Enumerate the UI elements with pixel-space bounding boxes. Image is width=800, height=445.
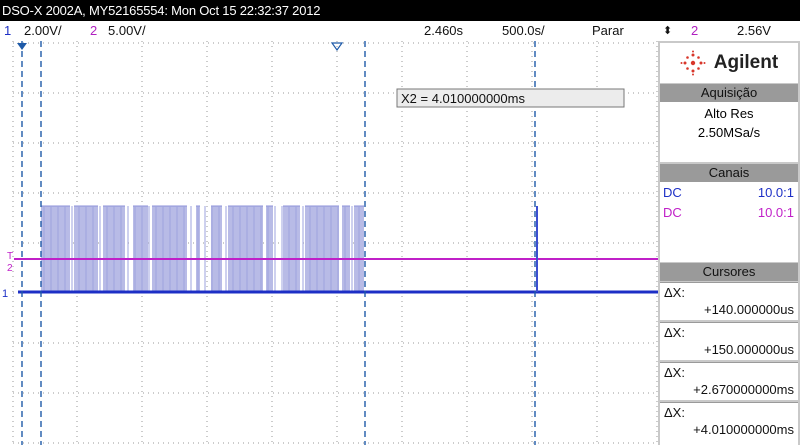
brand-logo: Agilent (660, 43, 798, 83)
cursor-2-label: ΔX: (664, 325, 685, 340)
cursor-row-4: ΔX: +4.010000000ms (660, 402, 798, 445)
channels-header: Canais (660, 164, 798, 182)
acquisition-mode: Alto Res (704, 106, 754, 121)
time-scale[interactable]: 500.0s/ (502, 21, 545, 41)
ch2-ground-marker: 2 (7, 263, 13, 274)
ch1-ground-marker: 1 (2, 288, 8, 300)
ch1-number[interactable]: 1 (4, 21, 11, 41)
cursor-readout-text: X2 = 4.010000000ms (401, 91, 525, 106)
window-title: DSO-X 2002A, MY52165554: Mon Oct 15 22:3… (2, 3, 321, 18)
cursor-1-value: +140.000000us (703, 302, 794, 317)
cursor-row-2: ΔX: +150.000000us (660, 322, 798, 360)
sample-rate: 2.50MSa/s (697, 125, 761, 140)
acquisition-section: Alto Res 2.50MSa/s (660, 102, 798, 162)
acquisition-header: Aquisição (660, 84, 798, 102)
signal-burst (266, 206, 273, 292)
cursor-3-value: +2.670000000ms (693, 382, 794, 397)
trigger-edge-icon: ⬍ (663, 25, 673, 37)
ch1-coupling: DC (663, 185, 682, 200)
waveform-display[interactable]: X2 = 4.010000000ms T 2 1 (0, 41, 658, 445)
waveform-svg: X2 = 4.010000000ms T 2 1 (2, 41, 658, 445)
cursors-header: Cursores (660, 263, 798, 281)
cursor-4-value: +4.010000000ms (693, 422, 794, 437)
cursor-1-label: ΔX: (664, 285, 685, 300)
signal-burst (342, 206, 350, 292)
title-bar: DSO-X 2002A, MY52165554: Mon Oct 15 22:3… (0, 0, 800, 21)
trigger-level-marker: T (7, 251, 13, 262)
ch2-coupling: DC (663, 205, 682, 220)
side-panel: Agilent Aquisição Alto Res 2.50MSa/s Can… (658, 41, 800, 445)
run-state[interactable]: Parar (592, 21, 624, 41)
trigger-level[interactable]: 2.56V (737, 21, 771, 41)
ch1-signal-bursts (41, 205, 364, 292)
ch1-scale[interactable]: 2.00V/ (24, 21, 62, 41)
cursor-4-label: ΔX: (664, 405, 685, 420)
time-position[interactable]: 2.460s (424, 21, 463, 41)
signal-burst (41, 206, 70, 292)
agilent-spark-icon (680, 50, 706, 76)
ch2-probe: 10.0:1 (757, 205, 794, 220)
cursor-row-1: ΔX: +140.000000us (660, 282, 798, 320)
trigger-position-marker (17, 43, 27, 50)
signal-burst (283, 206, 300, 292)
cursor-row-3: ΔX: +2.670000000ms (660, 362, 798, 400)
cursor-2-value: +150.000000us (703, 342, 794, 357)
ch2-scale[interactable]: 5.00V/ (108, 21, 146, 41)
ch2-number[interactable]: 2 (90, 21, 97, 41)
channels-section: DC 10.0:1 DC 10.0:1 (660, 182, 798, 262)
cursor-readout-box: X2 = 4.010000000ms (396, 88, 625, 108)
brand-name: Agilent (713, 52, 779, 73)
ch1-probe: 10.0:1 (757, 185, 794, 200)
status-bar: 1 2.00V/ 2 5.00V/ 2.460s 500.0s/ Parar ⬍… (0, 21, 800, 41)
cursor-3-label: ΔX: (664, 365, 685, 380)
signal-burst (211, 206, 222, 292)
trigger-channel[interactable]: 2 (691, 21, 698, 41)
